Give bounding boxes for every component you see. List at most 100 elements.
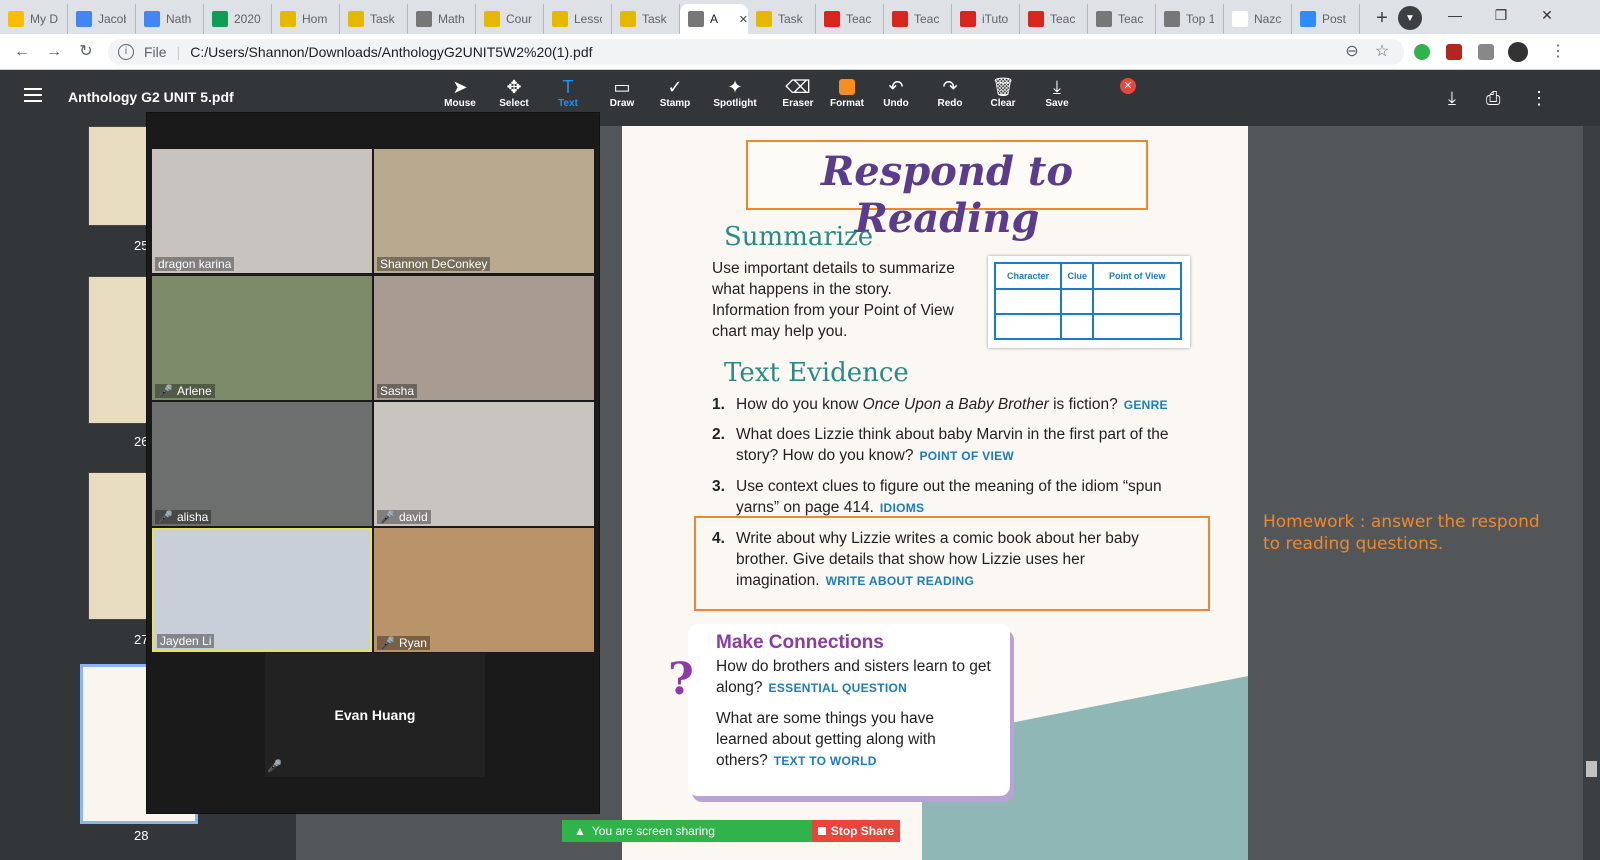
participant-label: Shannon DeConkey: [377, 257, 491, 271]
tool-spotlight[interactable]: ✦ Spotlight: [708, 76, 762, 109]
restore-icon[interactable]: ❐: [1478, 0, 1524, 30]
ublock-icon[interactable]: [1446, 44, 1462, 60]
browser-tab[interactable]: Cour: [476, 4, 544, 34]
iteach-icon: [1028, 11, 1044, 27]
video-tile[interactable]: Sasha: [374, 276, 594, 400]
browser-tab[interactable]: Teac: [1020, 4, 1088, 34]
browser-tab[interactable]: Math: [408, 4, 476, 34]
sharing-status[interactable]: ▲ You are screen sharing: [562, 820, 812, 842]
question-number: 2.: [712, 426, 725, 443]
tool-eraser[interactable]: ⌫ Eraser: [771, 76, 825, 109]
menu-icon[interactable]: [24, 88, 42, 102]
video-tile[interactable]: 🎤 alisha: [152, 402, 372, 526]
video-tile[interactable]: 🎤 Arlene: [152, 276, 372, 400]
video-tile[interactable]: dragon karina: [152, 149, 372, 273]
info-icon[interactable]: i: [118, 44, 134, 60]
minimize-icon[interactable]: —: [1432, 0, 1478, 30]
bookmark-star-icon[interactable]: ☆: [1372, 42, 1392, 62]
text-evidence-heading: Text Evidence: [724, 358, 909, 388]
chrome-menu-icon[interactable]: ⋮: [1548, 42, 1568, 62]
download-icon[interactable]: ⤓: [1448, 88, 1456, 109]
stop-icon: [817, 827, 826, 835]
scrollbar-thumb[interactable]: [1586, 761, 1597, 777]
tool-label: Eraser: [782, 98, 814, 109]
chart-cell: [1060, 288, 1095, 315]
mic-muted-icon: 🎤: [158, 384, 173, 398]
print-icon[interactable]: ⎙: [1486, 88, 1500, 109]
browser-tab[interactable]: Nath: [136, 4, 204, 34]
question-3-text: Use context clues to figure out the mean…: [736, 478, 1162, 516]
browser-tab[interactable]: Lesso: [544, 4, 612, 34]
browser-tab[interactable]: iTuto: [952, 4, 1020, 34]
extension-puzzle-icon[interactable]: [1478, 44, 1494, 60]
video-tile[interactable]: 🎤 david: [374, 402, 594, 526]
tool-stamp[interactable]: ✓ Stamp: [648, 76, 702, 109]
more-options-icon[interactable]: ⋮: [1530, 88, 1548, 109]
participant-name: dragon karina: [158, 257, 232, 271]
browser-tab[interactable]: Top 1: [1156, 4, 1224, 34]
make-connections-heading: Make Connections: [716, 632, 884, 653]
reload-icon[interactable]: ↻: [76, 42, 96, 62]
video-tile[interactable]: Shannon DeConkey: [374, 149, 594, 273]
iteach-icon: [824, 11, 840, 27]
tool-format[interactable]: Format: [820, 76, 874, 109]
question-mark-icon: ?: [668, 654, 694, 705]
tool-undo[interactable]: ↶ Undo: [869, 76, 923, 109]
browser-tab[interactable]: Task: [340, 4, 408, 34]
tab-search-icon[interactable]: ▼: [1398, 6, 1422, 30]
address-bar[interactable]: i File | C:/Users/Shannon/Downloads/Anth…: [108, 39, 1404, 65]
mic-muted-icon: 🎤: [380, 636, 395, 650]
extension-green-icon[interactable]: [1414, 44, 1430, 60]
video-tile-evan[interactable]: Evan Huang 🎤: [265, 653, 485, 777]
url-scheme: File: [144, 44, 167, 60]
question-number: 1.: [712, 396, 725, 413]
browser-tab[interactable]: Task: [612, 4, 680, 34]
url-text: C:/Users/Shannon/Downloads/AnthologyG2UN…: [190, 44, 593, 60]
vertical-scrollbar[interactable]: [1583, 126, 1600, 860]
participant-label: 🎤 Ryan: [377, 636, 430, 650]
format-icon: [820, 76, 874, 98]
zoom-level-icon[interactable]: ⊖: [1342, 42, 1362, 62]
tool-mouse[interactable]: ➤ Mouse: [433, 76, 487, 109]
browser-tab[interactable]: Teac: [884, 4, 952, 34]
participant-name: Jayden Li: [160, 634, 212, 648]
browser-tab[interactable]: 2020: [204, 4, 272, 34]
tool-select[interactable]: ✥ Select: [487, 76, 541, 109]
tool-clear[interactable]: 🗑 Clear: [976, 76, 1030, 109]
close-window-icon[interactable]: ✕: [1524, 0, 1570, 30]
tab-title: Cour: [506, 12, 533, 26]
question-1: How do you know Once Upon a Baby Brother…: [736, 394, 1196, 416]
tab-title: iTuto: [982, 12, 1009, 26]
tool-text[interactable]: T Text: [541, 76, 595, 109]
browser-tab[interactable]: Task: [748, 4, 816, 34]
question-tag: WRITE ABOUT READING: [825, 574, 975, 588]
browser-tab[interactable]: Hom: [272, 4, 340, 34]
close-annotation-icon[interactable]: ✕: [1120, 78, 1136, 94]
participant-name: alisha: [176, 510, 209, 524]
forward-icon[interactable]: →: [44, 42, 64, 62]
video-tile[interactable]: Jayden Li: [152, 528, 372, 652]
question-2: What does Lizzie think about baby Marvin…: [736, 424, 1176, 467]
browser-tab[interactable]: Teac: [816, 4, 884, 34]
video-tile[interactable]: 🎤 Ryan: [374, 528, 594, 652]
tool-label: Stamp: [659, 98, 691, 109]
browser-tab[interactable]: Post: [1292, 4, 1360, 34]
globe-icon: [1096, 11, 1112, 27]
stop-share-label: Stop Share: [830, 824, 895, 838]
tab-title: Task: [370, 12, 395, 26]
question-3: Use context clues to figure out the mean…: [736, 476, 1176, 519]
stop-share-button[interactable]: Stop Share: [812, 820, 900, 842]
sharing-indicator-icon: ▲: [574, 824, 586, 838]
new-tab-button[interactable]: +: [1368, 4, 1396, 32]
close-tab-icon[interactable]: ✕: [739, 13, 748, 26]
browser-tab[interactable]: A ✕: [680, 4, 748, 34]
browser-tab[interactable]: My D: [0, 4, 68, 34]
browser-tab[interactable]: Nazc: [1224, 4, 1292, 34]
profile-avatar[interactable]: [1508, 42, 1528, 62]
tool-draw[interactable]: ▭ Draw: [595, 76, 649, 109]
browser-tab[interactable]: Jacob: [68, 4, 136, 34]
tool-redo[interactable]: ↷ Redo: [923, 76, 977, 109]
tool-save[interactable]: ⤓ Save: [1030, 76, 1084, 109]
back-icon[interactable]: ←: [12, 42, 32, 62]
browser-tab[interactable]: Teac: [1088, 4, 1156, 34]
